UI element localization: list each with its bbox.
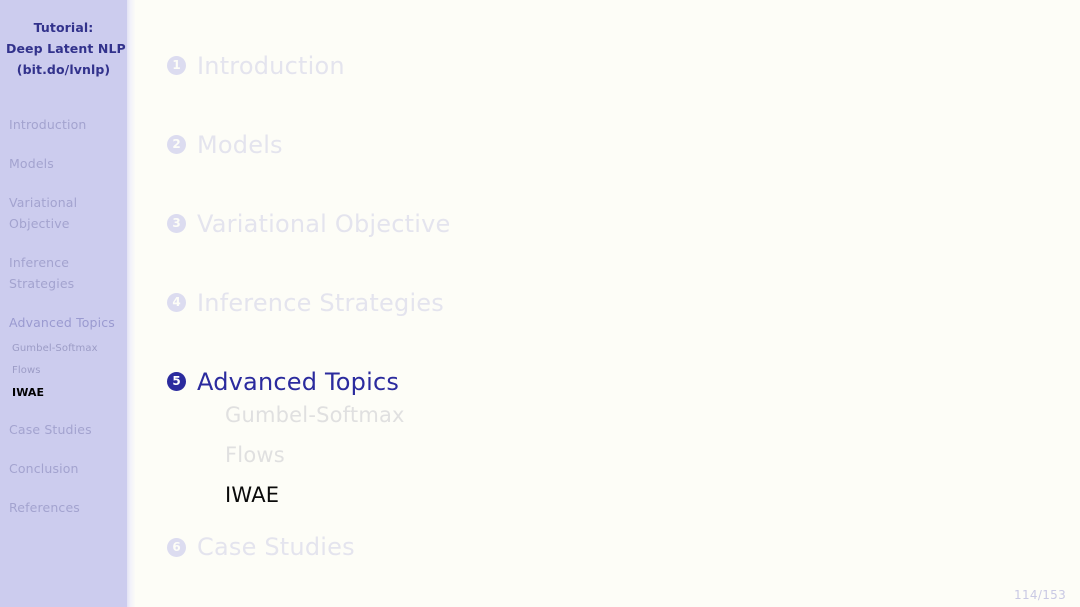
toc-entry-label: Inference Strategies (197, 288, 444, 317)
sidebar-item-label: Models (9, 156, 54, 171)
sidebar-item-conclusion[interactable]: Conclusion (9, 458, 127, 479)
toc-subentry-list: Gumbel-Softmax Flows IWAE (225, 395, 1080, 515)
toc-subentry-flows[interactable]: Flows (225, 435, 1080, 475)
toc-entry-introduction[interactable]: 1 Introduction (167, 26, 1080, 105)
sidebar-item-label-line-2: Strategies (9, 276, 75, 291)
sidebar-item-label: Conclusion (9, 461, 79, 476)
sidebar-subitem-iwae[interactable]: IWAE (12, 385, 127, 400)
toc-number-badge: 1 (167, 56, 186, 75)
toc-subentry-iwae[interactable]: IWAE (225, 475, 1080, 515)
toc-entry-label: Models (197, 130, 283, 159)
sidebar-item-label: Advanced Topics (9, 315, 115, 330)
sidebar-item-label: References (9, 500, 80, 515)
toc-number-badge: 4 (167, 293, 186, 312)
toc-subentry-gumbel-softmax[interactable]: Gumbel-Softmax (225, 395, 1080, 435)
toc-number-badge: 6 (167, 537, 186, 557)
page-number: 114/153 (1014, 588, 1066, 602)
presentation-title-line-3: (bit.do/lvnlp) (16, 62, 111, 77)
toc-entry-label: Advanced Topics (197, 367, 400, 396)
toc-subentry-label: Flows (225, 443, 285, 467)
toc-entry-models[interactable]: 2 Models (167, 105, 1080, 184)
sidebar-item-label: Introduction (9, 117, 87, 132)
toc-subentry-label: IWAE (225, 483, 280, 507)
toc-subentry-label: Gumbel-Softmax (225, 403, 405, 427)
toc-entry-inference-strategies[interactable]: 4 Inference Strategies (167, 263, 1080, 342)
sidebar-navigation: Tutorial: Deep Latent NLP (bit.do/lvnlp)… (0, 0, 127, 607)
toc-entry-label: Variational Objective (197, 209, 451, 238)
sidebar-subitem-label: Flows (12, 365, 41, 376)
presentation-title-line-2: Deep Latent NLP (6, 41, 126, 56)
sidebar-item-label: Case Studies (9, 422, 92, 437)
sidebar-subitem-flows[interactable]: Flows (12, 363, 127, 378)
presentation-title-line-1: Tutorial: (33, 20, 94, 35)
sidebar-item-models[interactable]: Models (9, 153, 127, 174)
toc-number-badge: 3 (167, 214, 186, 233)
sidebar-divider (127, 0, 135, 607)
sidebar-item-introduction[interactable]: Introduction (9, 114, 127, 135)
toc-entry-case-studies[interactable]: 6 Case Studies (167, 515, 1080, 579)
sidebar-item-case-studies[interactable]: Case Studies (9, 419, 127, 440)
sidebar-subitem-gumbel-softmax[interactable]: Gumbel-Softmax (12, 341, 127, 356)
toc-number-badge: 2 (167, 135, 186, 154)
sidebar-subitem-label: Gumbel-Softmax (12, 343, 98, 354)
sidebar-subitem-label: IWAE (12, 386, 45, 399)
toc-entry-label: Introduction (197, 51, 345, 80)
toc-number-badge: 5 (167, 372, 186, 391)
sidebar-item-inference-strategies[interactable]: Inference Strategies (9, 252, 127, 294)
toc-entry-variational-objective[interactable]: 3 Variational Objective (167, 184, 1080, 263)
sidebar-item-variational-objective[interactable]: Variational Objective (9, 192, 127, 234)
sidebar-item-label-line-1: Inference (9, 255, 70, 270)
presentation-title: Tutorial: Deep Latent NLP (bit.do/lvnlp) (0, 0, 127, 80)
toc-entry-label: Case Studies (197, 533, 355, 561)
sidebar-item-label-line-1: Variational (9, 195, 78, 210)
sidebar-section-list: Introduction Models Variational Objectiv… (0, 114, 127, 518)
table-of-contents: 1 Introduction 2 Models 3 Variational Ob… (167, 26, 1080, 579)
slide-content: 1 Introduction 2 Models 3 Variational Ob… (135, 0, 1080, 607)
sidebar-item-references[interactable]: References (9, 497, 127, 518)
presentation-slide: Tutorial: Deep Latent NLP (bit.do/lvnlp)… (0, 0, 1080, 607)
sidebar-item-label-line-2: Objective (9, 216, 70, 231)
sidebar-item-advanced-topics[interactable]: Advanced Topics (9, 312, 127, 333)
